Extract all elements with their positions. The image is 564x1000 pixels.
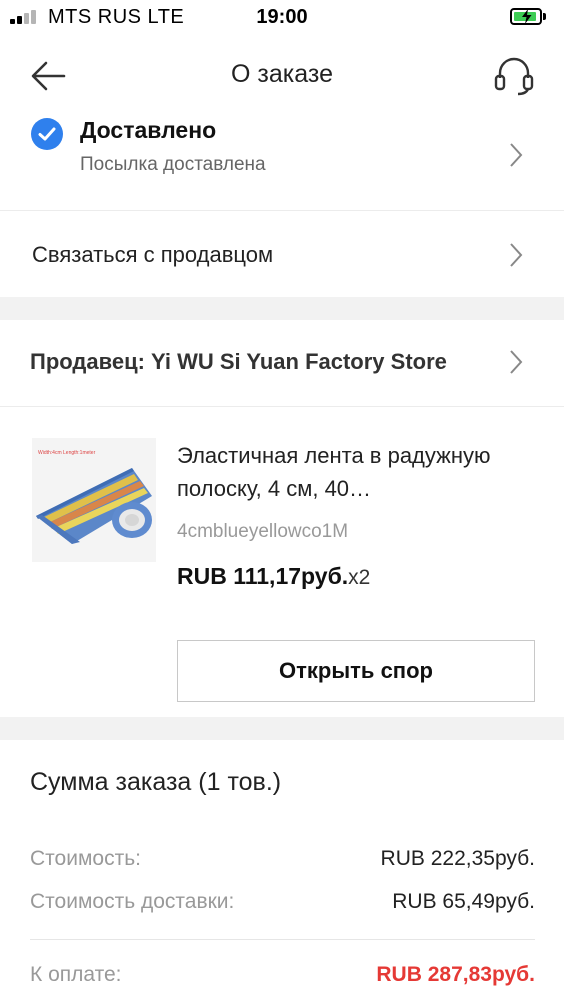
status-bar: MTS RUS LTE 19:00 xyxy=(0,0,564,36)
total-value: RUB 287,83руб. xyxy=(376,963,535,986)
check-circle-icon xyxy=(31,118,63,150)
product-quantity: x2 xyxy=(348,566,371,589)
chevron-right-icon xyxy=(510,350,523,374)
total-label: К оплате: xyxy=(30,963,122,986)
image-caption: Width:4cm Length:1meter xyxy=(38,450,96,456)
contact-seller-label: Связаться с продавцом xyxy=(32,242,274,267)
chevron-right-icon xyxy=(510,143,523,167)
page-title: О заказе xyxy=(231,60,333,88)
delivery-status-subtitle: Посылка доставлена xyxy=(80,154,266,175)
summary-label: Стоимость: xyxy=(30,847,141,870)
summary-value: RUB 222,35руб. xyxy=(380,847,535,870)
headset-icon xyxy=(494,57,534,96)
product-price: RUB 111,17руб. xyxy=(177,563,349,589)
summary-row-shipping: Стоимость доставки: RUB 65,49руб. xyxy=(30,890,535,920)
summary-title: Сумма заказа (1 тов.) xyxy=(30,768,282,796)
nav-bar: О заказе xyxy=(0,40,564,110)
section-separator xyxy=(0,297,564,320)
contact-seller-row[interactable]: Связаться с продавцом xyxy=(0,211,564,297)
open-dispute-button[interactable]: Открыть спор xyxy=(177,640,535,702)
clock: 19:00 xyxy=(256,6,308,28)
summary-row-total: К оплате: RUB 287,83руб. xyxy=(30,963,535,993)
product-price-line: RUB 111,17руб.x2 xyxy=(177,563,370,590)
delivery-status-row[interactable]: Доставлено Посылка доставлена xyxy=(0,110,564,210)
summary-row-cost: Стоимость: RUB 222,35руб. xyxy=(30,847,535,877)
summary-label: Стоимость доставки: xyxy=(30,890,235,913)
battery-tip xyxy=(543,13,546,20)
summary-value: RUB 65,49руб. xyxy=(392,890,535,913)
divider xyxy=(30,939,535,940)
product-title[interactable]: Эластичная лента в радужную полоску, 4 с… xyxy=(177,439,537,505)
product-image[interactable]: Width:4cm Length:1meter xyxy=(32,438,156,562)
seller-name: Продавец: Yi WU Si Yuan Factory Store xyxy=(30,349,447,374)
section-separator xyxy=(0,717,564,740)
order-summary: Сумма заказа (1 тов.) Стоимость: RUB 222… xyxy=(0,740,564,1000)
delivery-status-title: Доставлено xyxy=(80,117,217,143)
product-variant: 4cmblueyellowco1M xyxy=(177,521,349,542)
seller-row[interactable]: Продавец: Yi WU Si Yuan Factory Store xyxy=(0,320,564,406)
charging-bolt-icon xyxy=(522,9,532,24)
chevron-right-icon xyxy=(510,243,523,267)
product-item: Width:4cm Length:1meter Эластичная лента… xyxy=(0,407,564,717)
support-button[interactable] xyxy=(490,56,538,96)
